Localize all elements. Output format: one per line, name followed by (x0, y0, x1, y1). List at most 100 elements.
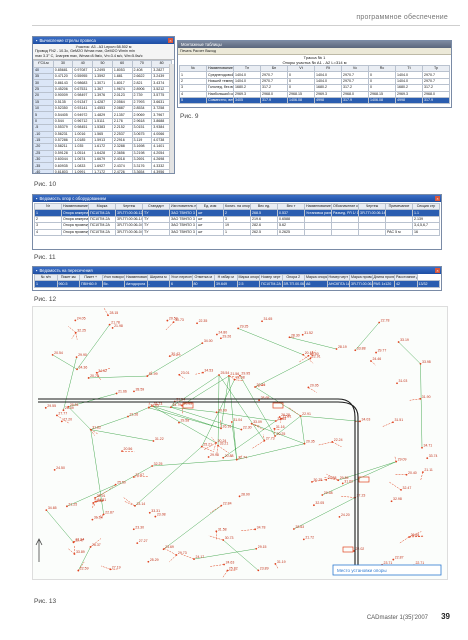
elevation-label: 34.78 (257, 525, 266, 529)
route-plan-svg: 22.7420.7833.2121.9421.6323.0831.5229.95… (35, 307, 442, 578)
elevation-label: 20.99 (218, 408, 227, 412)
elevation-label: 22.91 (302, 412, 311, 416)
survey-line (151, 405, 222, 429)
table-cell: 3Я-ТП.00.06.14 (358, 209, 386, 217)
elevation-label: 21.66 (118, 389, 127, 393)
contour-line (318, 441, 333, 446)
elevation-label: 20.86 (257, 383, 266, 387)
elevation-label: 33.98 (422, 360, 431, 364)
elevation-label: 30.78 (313, 478, 322, 482)
survey-line (163, 505, 222, 550)
elevation-label: 32.05 (315, 501, 324, 505)
elevation-label: 31.58 (218, 527, 227, 531)
table-cell: Автодорога (124, 280, 148, 288)
column-header[interactable]: Примечание (385, 202, 413, 211)
column-header[interactable]: Расстояние до опоры (394, 273, 418, 282)
survey-line (289, 337, 337, 350)
menu-bar[interactable]: Печать Расчет Выход (178, 48, 451, 55)
elevation-label: 23.69 (165, 545, 174, 549)
route-line (38, 401, 359, 569)
elevation-label: 27.77 (58, 411, 67, 415)
contour-line (370, 360, 376, 366)
column-header[interactable]: Колич. на опору (223, 202, 251, 211)
elevation-label: 27.73 (266, 437, 275, 441)
elevation-label: 26.28 (281, 413, 290, 417)
table-cell: ПВ/Н60.9 (79, 280, 103, 288)
column-header[interactable]: Изготовитель поставщик (169, 202, 197, 211)
elevation-label: 22.02 (355, 547, 364, 551)
column-header[interactable]: Наименование режима (206, 64, 234, 73)
close-button[interactable]: × (435, 196, 440, 201)
crossings-window: ▪ Ведомость на пересечения × № п/п Пикет … (32, 266, 442, 291)
table-cell: 1406.08 (287, 96, 315, 105)
contour-line (332, 441, 342, 447)
window-titlebar: ▪ Вычисление стрелы провеса (33, 37, 174, 44)
elevation-label: 33.73 (154, 402, 163, 406)
elevation-label: 31.94 (94, 516, 103, 520)
column-header[interactable]: Ширина м (146, 273, 170, 282)
elevation-label: 34.81 (97, 498, 106, 502)
elevation-label: 22.91 (97, 494, 106, 498)
figure-caption: Рис. 13 (34, 598, 57, 605)
elevation-label: 22.78 (381, 318, 390, 322)
table-row[interactable]: 4 Опора промежут ПС10ТМ-2А 3Я-ТП.00.06-04 ТУ… (34, 228, 440, 236)
elevation-label: 20.25 (277, 432, 286, 436)
column-header[interactable]: Угол пересеч (169, 273, 193, 282)
contour-line (68, 548, 75, 555)
contour-line (409, 398, 421, 401)
column-header[interactable]: Отметка м (191, 273, 215, 282)
column-header[interactable]: Номер черт (259, 273, 283, 282)
window-title: Вычисление стрелы провеса (39, 38, 96, 43)
table-cell: -40 (33, 168, 54, 173)
column-header[interactable]: Обозначение комплекта (331, 202, 359, 211)
elevation-label: 31.99 (149, 372, 158, 376)
info-line: max 3.3° C, 1нагрев max, Wmax=8.9м/с, Vн… (35, 53, 143, 58)
column-header[interactable]: Марка опоры 1 (236, 273, 260, 282)
table-cell: 3Я-ТП.00.06-04 (115, 222, 143, 230)
table-cell: Опора анкерная (61, 215, 89, 224)
window-icon: ▪ (36, 38, 38, 43)
table-cell: 80 (191, 280, 215, 288)
close-button[interactable]: × (435, 268, 440, 273)
column-header[interactable]: Марка опоры 2 (304, 273, 328, 282)
table-cell: Опора промежут (61, 222, 89, 230)
contour-line (75, 332, 78, 340)
elevation-label: 24.05 (77, 316, 86, 320)
elevation-label: 31.03 (399, 379, 408, 383)
elevation-label: 29.98 (210, 453, 219, 457)
elevation-label: 28.19 (338, 345, 347, 349)
table-cell: Среднегодовой температуры t=-5, W=0, Г=-… (206, 71, 234, 79)
column-header[interactable]: Номер черт (326, 273, 350, 282)
window-icon: ▪ (36, 196, 38, 201)
elevation-label: 24.20 (341, 513, 350, 517)
table-cell: 1406.08 (368, 96, 396, 105)
elevation-label: 25.21 (203, 443, 212, 447)
column-header[interactable]: Угол поворота (101, 273, 125, 282)
column-header[interactable]: Длина пролета (371, 273, 395, 282)
elevation-label: 31.54 (176, 398, 185, 402)
elevation-label: 31.65 (264, 317, 273, 321)
table-cell: Разъед. РЛ 1/ 10 (331, 209, 359, 217)
column-header[interactable]: Наименование опоры (61, 202, 89, 211)
elevation-label: 28.30 (291, 333, 300, 337)
column-header[interactable]: Наименование оборудования (304, 202, 332, 211)
column-header[interactable]: Н габар м (214, 273, 238, 282)
contour-line (210, 505, 222, 513)
elevation-label: 33.88 (357, 346, 366, 350)
contour-line (165, 321, 174, 331)
column-header[interactable]: Марка провода (349, 273, 373, 282)
table-cell: 3Я-ТП.00.06.12 (115, 209, 143, 217)
close-button[interactable]: × (168, 38, 173, 43)
elevation-label: 34.36 (79, 365, 88, 369)
vertical-scrollbar[interactable] (169, 64, 174, 173)
elevation-label: 34.53 (204, 369, 213, 373)
elevation-label: 32.98 (393, 497, 402, 501)
column-header[interactable]: Наименование пересечения (124, 273, 148, 282)
table-row[interactable]: 5Совместно, ветер вдоль провода b=15мм, … (179, 96, 450, 105)
table-cell: 0.2625 (277, 228, 305, 236)
table-row[interactable]: 1 960.5 ПВ/Н60.9 Вс. Автодорога -6 80 39.649 2.5… (34, 280, 440, 288)
table-cell: 5 (179, 96, 207, 105)
contour-line (420, 472, 424, 481)
table-row[interactable]: -40 0.61803 1.0991 1.7172 2.4726 3.3654 4.3956 (33, 168, 172, 173)
elevation-label: 29.77 (378, 349, 387, 353)
